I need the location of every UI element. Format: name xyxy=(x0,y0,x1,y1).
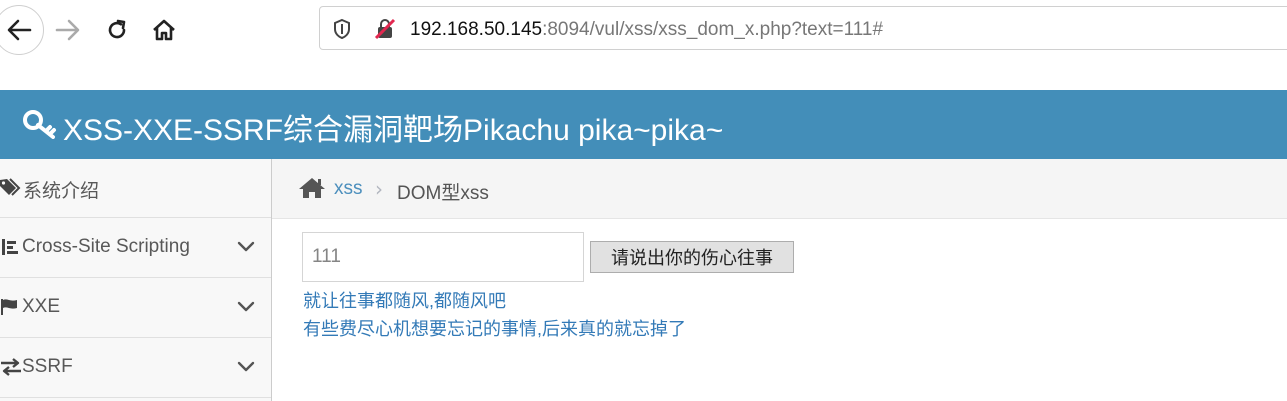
sidebar-item-label: XXE xyxy=(22,296,61,317)
result-link-2[interactable]: 有些费尽心机想要忘记的事情,后来真的就忘掉了 xyxy=(303,315,686,341)
sidebar-item-label: 系统介绍 xyxy=(23,181,100,202)
reload-button[interactable] xyxy=(97,6,137,54)
site-title[interactable]: XSS-XXE-SSRF综合漏洞靶场Pikachu pika~pika~ xyxy=(63,105,723,149)
key-icon xyxy=(23,110,56,139)
exchange-icon xyxy=(1,358,21,376)
home-icon[interactable] xyxy=(298,177,326,199)
breadcrumb-separator: › xyxy=(375,177,383,201)
chevron-down-icon[interactable] xyxy=(237,361,255,373)
breadcrumb-link-xss[interactable]: xss xyxy=(334,178,363,200)
shield-icon[interactable] xyxy=(332,18,352,40)
home-button[interactable] xyxy=(144,6,184,54)
address-bar[interactable]: 192.168.50.145:8094/vul/xss/xss_dom_x.ph… xyxy=(319,6,1287,50)
flag-icon xyxy=(1,299,17,315)
chevron-down-icon[interactable] xyxy=(237,301,255,313)
sidebar-item-label: SSRF xyxy=(22,356,73,377)
url-text[interactable]: 192.168.50.145:8094/vul/xss/xss_dom_x.ph… xyxy=(410,19,883,41)
sidebar-item-ssrf[interactable]: SSRF xyxy=(0,339,271,398)
home-icon xyxy=(153,19,175,41)
forward-arrow-icon xyxy=(55,19,80,41)
breadcrumb: xss › DOM型xss xyxy=(272,159,1287,219)
forward-button[interactable] xyxy=(48,6,88,54)
sidebar-item-xxe[interactable]: XXE xyxy=(0,279,271,338)
submit-button[interactable]: 请说出你的伤心往事 xyxy=(590,241,794,273)
sidebar: 系统介绍 Cross-Site Scripting XXE SSRF xyxy=(0,159,272,401)
browser-toolbar: 192.168.50.145:8094/vul/xss/xss_dom_x.ph… xyxy=(0,0,1287,62)
url-host: 192.168.50.145 xyxy=(410,19,543,40)
text-input[interactable] xyxy=(302,232,584,282)
sidebar-item-xss[interactable]: Cross-Site Scripting xyxy=(0,219,271,278)
reload-icon xyxy=(108,19,126,39)
back-arrow-icon xyxy=(7,19,32,41)
result-link-1[interactable]: 就让往事都随风,都随风吧 xyxy=(303,287,506,313)
site-header: XSS-XXE-SSRF综合漏洞靶场Pikachu pika~pika~ xyxy=(0,90,1287,159)
insecure-lock-icon[interactable] xyxy=(374,18,396,40)
sidebar-item-intro[interactable]: 系统介绍 xyxy=(0,159,271,218)
breadcrumb-current: DOM型xss xyxy=(397,183,489,204)
url-path: :8094/vul/xss/xss_dom_x.php?text=111# xyxy=(542,19,884,40)
list-icon xyxy=(2,239,18,255)
chevron-down-icon[interactable] xyxy=(237,241,255,253)
sidebar-item-label: Cross-Site Scripting xyxy=(22,236,190,257)
tag-icon xyxy=(0,178,21,196)
back-button[interactable] xyxy=(0,5,44,55)
